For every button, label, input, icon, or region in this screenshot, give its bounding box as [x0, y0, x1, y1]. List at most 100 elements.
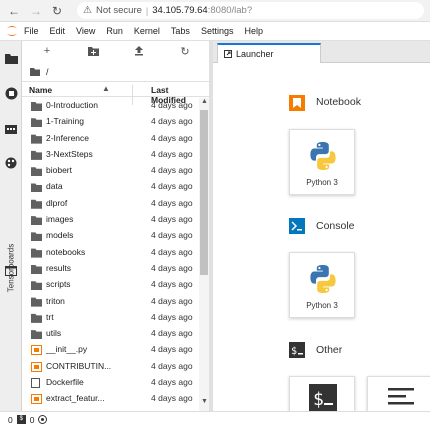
terminal-card[interactable]: $: [289, 376, 355, 411]
folder-icon: [31, 118, 42, 128]
file-row[interactable]: images 4 days ago: [22, 212, 209, 228]
menu-run[interactable]: Run: [106, 26, 123, 36]
file-modified: 4 days ago: [151, 230, 193, 241]
console-section-title: Console: [316, 220, 355, 232]
folder-icon: [31, 248, 42, 258]
file-modified: 4 days ago: [151, 295, 193, 306]
file-modified: 4 days ago: [151, 197, 193, 208]
security-status: Not secure: [95, 5, 142, 16]
file-name: dlprof: [46, 197, 68, 208]
menu-view[interactable]: View: [76, 26, 95, 36]
file-row[interactable]: CONTRIBUTIN... 4 days ago: [22, 359, 209, 375]
file-row[interactable]: scripts 4 days ago: [22, 277, 209, 293]
folder-icon: [31, 167, 42, 177]
notebook-section-icon: [289, 95, 305, 111]
reload-button[interactable]: ↻: [52, 3, 62, 19]
url-host: 34.105.79.64: [152, 5, 208, 16]
file-name: 3-NextSteps: [46, 148, 93, 159]
text-file-card[interactable]: [367, 376, 430, 411]
file-row[interactable]: trt 4 days ago: [22, 310, 209, 326]
file-modified: 4 days ago: [151, 100, 193, 110]
palette-icon[interactable]: [3, 155, 19, 171]
file-row[interactable]: models 4 days ago: [22, 228, 209, 244]
upload-icon[interactable]: [133, 45, 145, 57]
folder-icon: [31, 134, 42, 144]
folder-icon: [31, 216, 42, 226]
file-row[interactable]: notebooks 4 days ago: [22, 245, 209, 261]
tab-launcher[interactable]: Launcher: [217, 43, 321, 63]
kernel-status-icon[interactable]: [38, 415, 48, 424]
file-row[interactable]: 3-NextSteps 4 days ago: [22, 147, 209, 163]
terminal-status-icon[interactable]: $: [16, 415, 26, 424]
file-modified: 4 days ago: [151, 262, 193, 273]
file-name: CONTRIBUTIN...: [46, 360, 112, 371]
file-name: Dockerfile: [46, 377, 84, 388]
breadcrumb-folder-icon[interactable]: [30, 68, 40, 76]
file-modified: 4 days ago: [151, 344, 193, 355]
refresh-icon[interactable]: ↻: [179, 45, 191, 58]
other-section-icon: $: [289, 342, 305, 358]
status-count-1[interactable]: 0: [8, 415, 13, 425]
file-modified: 4 days ago: [151, 377, 193, 388]
file-row[interactable]: triton 4 days ago: [22, 294, 209, 310]
file-row[interactable]: dlprof 4 days ago: [22, 196, 209, 212]
menu-file[interactable]: File: [24, 26, 39, 36]
file-row[interactable]: __init__.py 4 days ago: [22, 342, 209, 358]
address-separator: |: [145, 5, 149, 16]
menu-edit[interactable]: Edit: [50, 26, 66, 36]
scroll-up-icon[interactable]: ▲: [201, 98, 208, 105]
file-list-header: Name ▲ Last Modified: [22, 81, 209, 105]
file-modified: 4 days ago: [151, 279, 193, 290]
file-modified: 4 days ago: [151, 132, 193, 143]
file-row[interactable]: 1-Training 4 days ago: [22, 114, 209, 130]
file-browser-toolbar: + ↻: [22, 41, 209, 61]
file-list-scrollbar[interactable]: ▲ ▼: [199, 98, 209, 411]
folder-icon: [31, 264, 42, 274]
notebook-python3-card[interactable]: Python 3: [289, 129, 355, 195]
file-modified: 4 days ago: [151, 246, 193, 257]
warning-icon[interactable]: ⚠: [83, 5, 92, 16]
scrollbar-thumb[interactable]: [200, 110, 208, 275]
file-row[interactable]: Dockerfile 4 days ago: [22, 375, 209, 391]
folder-icon[interactable]: [3, 50, 19, 66]
address-bar[interactable]: ⚠ Not secure | 34.105.79.64:8080/lab?: [77, 2, 424, 19]
file-name: extract_featur...: [46, 393, 105, 404]
status-count-2[interactable]: 0: [30, 415, 35, 425]
folder-icon: [31, 199, 42, 209]
terminal-icon: $: [309, 384, 337, 411]
jupyter-logo-icon: [0, 22, 24, 41]
text-file-icon: [388, 388, 414, 405]
file-name: scripts: [46, 279, 71, 290]
folder-icon: [31, 150, 42, 160]
url-path: :8080/lab?: [207, 5, 253, 16]
file-name: data: [46, 181, 63, 192]
sort-ascending-icon[interactable]: ▲: [102, 84, 110, 93]
breadcrumb-root[interactable]: /: [46, 67, 49, 77]
name-column-header[interactable]: Name: [29, 85, 52, 95]
folder-icon: [31, 330, 42, 340]
running-icon[interactable]: [3, 85, 19, 101]
folder-icon: [31, 183, 42, 193]
forward-button[interactable]: →: [30, 3, 42, 19]
scroll-down-icon[interactable]: ▼: [201, 398, 208, 405]
markdown-file-icon: [31, 361, 42, 372]
tabs-icon[interactable]: [3, 263, 19, 279]
console-python3-card[interactable]: Python 3: [289, 252, 355, 318]
new-launcher-button[interactable]: +: [41, 45, 53, 57]
file-row[interactable]: biobert 4 days ago: [22, 163, 209, 179]
menu-tabs[interactable]: Tabs: [171, 26, 190, 36]
file-row[interactable]: 0-Introduction 4 days ago: [22, 98, 209, 114]
commands-icon[interactable]: [3, 121, 19, 137]
file-row[interactable]: results 4 days ago: [22, 261, 209, 277]
new-folder-icon[interactable]: [87, 45, 99, 57]
file-row[interactable]: utils 4 days ago: [22, 326, 209, 342]
back-button[interactable]: ←: [8, 3, 20, 19]
menu-kernel[interactable]: Kernel: [134, 26, 160, 36]
menu-settings[interactable]: Settings: [201, 26, 234, 36]
file-row[interactable]: 2-Inference 4 days ago: [22, 131, 209, 147]
file-modified: 4 days ago: [151, 360, 193, 371]
file-row[interactable]: extract_featur... 4 days ago: [22, 391, 209, 406]
file-name: triton: [46, 295, 65, 306]
menu-help[interactable]: Help: [244, 26, 263, 36]
file-row[interactable]: data 4 days ago: [22, 179, 209, 195]
